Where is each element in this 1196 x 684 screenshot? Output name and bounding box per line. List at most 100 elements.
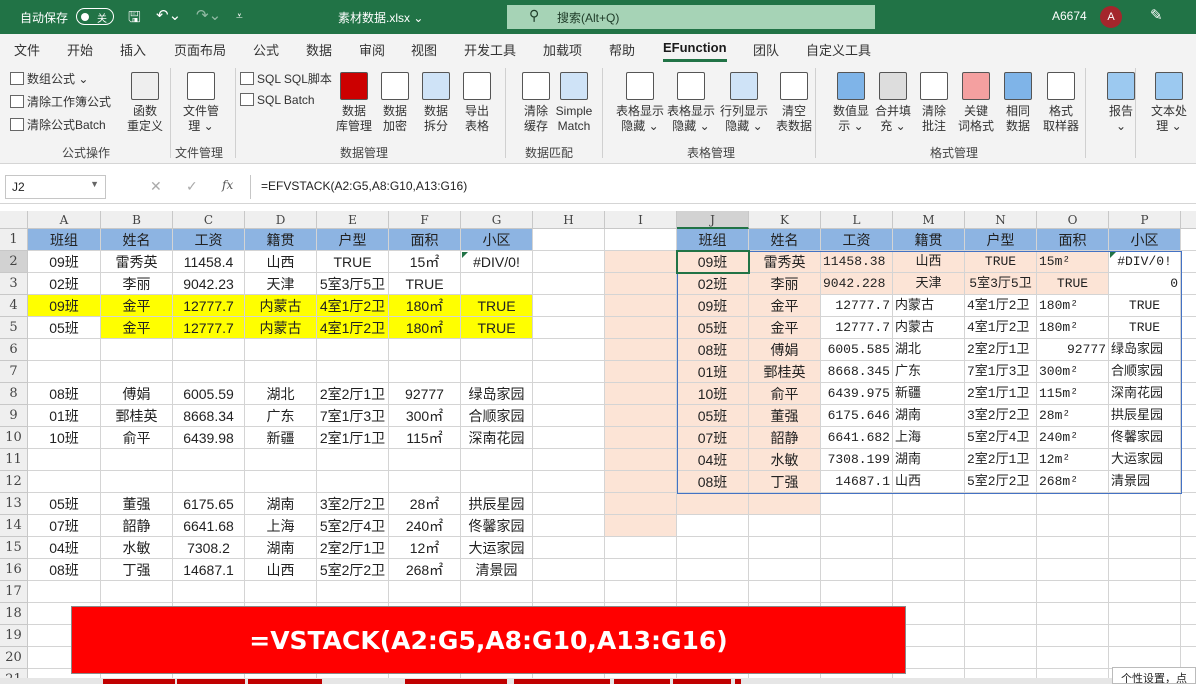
sheet-tab[interactable] (405, 679, 507, 684)
cell[interactable]: 05班 (28, 493, 101, 515)
cell[interactable]: 9042.228 (821, 273, 893, 295)
cell[interactable] (101, 471, 173, 493)
cell[interactable]: 上海 (893, 427, 965, 449)
cell[interactable]: 姓名 (101, 229, 173, 251)
cell[interactable]: 5室3厅5卫 (965, 273, 1037, 295)
empty-cell[interactable] (533, 295, 605, 317)
cell[interactable] (101, 339, 173, 361)
column-header[interactable]: L (821, 211, 893, 229)
cell[interactable]: 10班 (28, 427, 101, 449)
row-header[interactable]: 1 (0, 229, 28, 251)
cell[interactable]: 金平 (749, 295, 821, 317)
empty-cell[interactable] (605, 361, 677, 383)
cell[interactable]: 籍贯 (245, 229, 317, 251)
empty-cell[interactable] (1181, 339, 1196, 361)
menu-tab[interactable]: 数据 (306, 40, 332, 59)
name-box[interactable]: J2 ▼ (5, 175, 106, 199)
empty-cell[interactable] (965, 581, 1037, 603)
row-header[interactable]: 7 (0, 361, 28, 383)
empty-cell[interactable] (677, 559, 749, 581)
cell[interactable]: 7308.2 (173, 537, 245, 559)
cell[interactable]: 07班 (28, 515, 101, 537)
empty-cell[interactable] (893, 559, 965, 581)
column-header[interactable]: P (1109, 211, 1181, 229)
empty-cell[interactable] (605, 471, 677, 493)
cell[interactable]: 金平 (749, 317, 821, 339)
cell[interactable]: 清景园 (461, 559, 533, 581)
cell[interactable]: 绿岛家园 (461, 383, 533, 405)
cell[interactable]: 05班 (28, 317, 101, 339)
menu-tab[interactable]: 自定义工具 (806, 40, 871, 59)
cell[interactable]: 班组 (677, 229, 749, 251)
cell[interactable]: 工资 (173, 229, 245, 251)
cell[interactable]: 6175.646 (821, 405, 893, 427)
cell[interactable]: 3室2厅2卫 (317, 493, 389, 515)
empty-cell[interactable] (1181, 625, 1196, 647)
cell[interactable]: 6005.585 (821, 339, 893, 361)
cell[interactable]: #DIV/0! (461, 251, 533, 273)
cell[interactable]: 山西 (893, 471, 965, 493)
cell[interactable]: 佟馨家园 (1109, 427, 1181, 449)
row-header[interactable]: 2 (0, 251, 28, 273)
cell[interactable]: 大运家园 (1109, 449, 1181, 471)
empty-cell[interactable] (1181, 471, 1196, 493)
cell[interactable]: 姓名 (749, 229, 821, 251)
ribbon-small-button[interactable]: 清除公式Batch (10, 116, 106, 133)
empty-cell[interactable] (965, 537, 1037, 559)
cell[interactable]: 12m² (1037, 449, 1109, 471)
cell[interactable] (28, 471, 101, 493)
row-header[interactable]: 20 (0, 647, 28, 669)
empty-cell[interactable] (749, 515, 821, 537)
cell[interactable]: 湖南 (893, 449, 965, 471)
row-header[interactable]: 17 (0, 581, 28, 603)
cell[interactable]: 08班 (677, 339, 749, 361)
empty-cell[interactable] (965, 493, 1037, 515)
ribbon-button[interactable]: 清除 缓存 (515, 72, 557, 134)
cell[interactable]: 小区 (461, 229, 533, 251)
cell[interactable]: 5室2厅2卫 (965, 471, 1037, 493)
cell[interactable]: 丁强 (749, 471, 821, 493)
cell[interactable]: 09班 (677, 295, 749, 317)
cell[interactable]: 内蒙古 (245, 317, 317, 339)
column-header[interactable]: O (1037, 211, 1109, 229)
redo-icon[interactable]: ↷⌄ (196, 6, 221, 24)
empty-cell[interactable] (1109, 515, 1181, 537)
row-header[interactable]: 16 (0, 559, 28, 581)
cell[interactable] (317, 449, 389, 471)
menu-tab[interactable]: 页面布局 (174, 40, 226, 59)
empty-cell[interactable] (605, 317, 677, 339)
empty-cell[interactable] (965, 559, 1037, 581)
cell[interactable] (389, 339, 461, 361)
menu-tab[interactable]: 审阅 (359, 40, 385, 59)
empty-cell[interactable] (533, 405, 605, 427)
column-header[interactable]: G (461, 211, 533, 229)
cell[interactable]: 02班 (28, 273, 101, 295)
empty-cell[interactable] (605, 295, 677, 317)
cell[interactable]: 傅娟 (749, 339, 821, 361)
cell[interactable] (28, 339, 101, 361)
ribbon-small-button[interactable]: 清除工作簿公式 (10, 93, 111, 110)
empty-cell[interactable] (1181, 383, 1196, 405)
cell[interactable]: 新疆 (245, 427, 317, 449)
cell[interactable]: 广东 (893, 361, 965, 383)
cell[interactable] (173, 449, 245, 471)
cell[interactable]: 李丽 (749, 273, 821, 295)
cell[interactable]: 4室1厅2卫 (317, 295, 389, 317)
cell[interactable] (389, 449, 461, 471)
cell[interactable]: 08班 (28, 559, 101, 581)
active-cell[interactable] (676, 250, 750, 274)
empty-cell[interactable] (533, 339, 605, 361)
cell[interactable] (245, 471, 317, 493)
cell[interactable]: 拱辰星园 (461, 493, 533, 515)
empty-cell[interactable] (1037, 559, 1109, 581)
empty-cell[interactable] (1037, 581, 1109, 603)
row-header[interactable]: 19 (0, 625, 28, 647)
column-header[interactable]: M (893, 211, 965, 229)
empty-cell[interactable] (965, 515, 1037, 537)
cell[interactable] (173, 471, 245, 493)
empty-cell[interactable] (173, 581, 245, 603)
empty-cell[interactable] (101, 581, 173, 603)
empty-cell[interactable] (893, 515, 965, 537)
empty-cell[interactable] (749, 559, 821, 581)
column-header[interactable]: K (749, 211, 821, 229)
